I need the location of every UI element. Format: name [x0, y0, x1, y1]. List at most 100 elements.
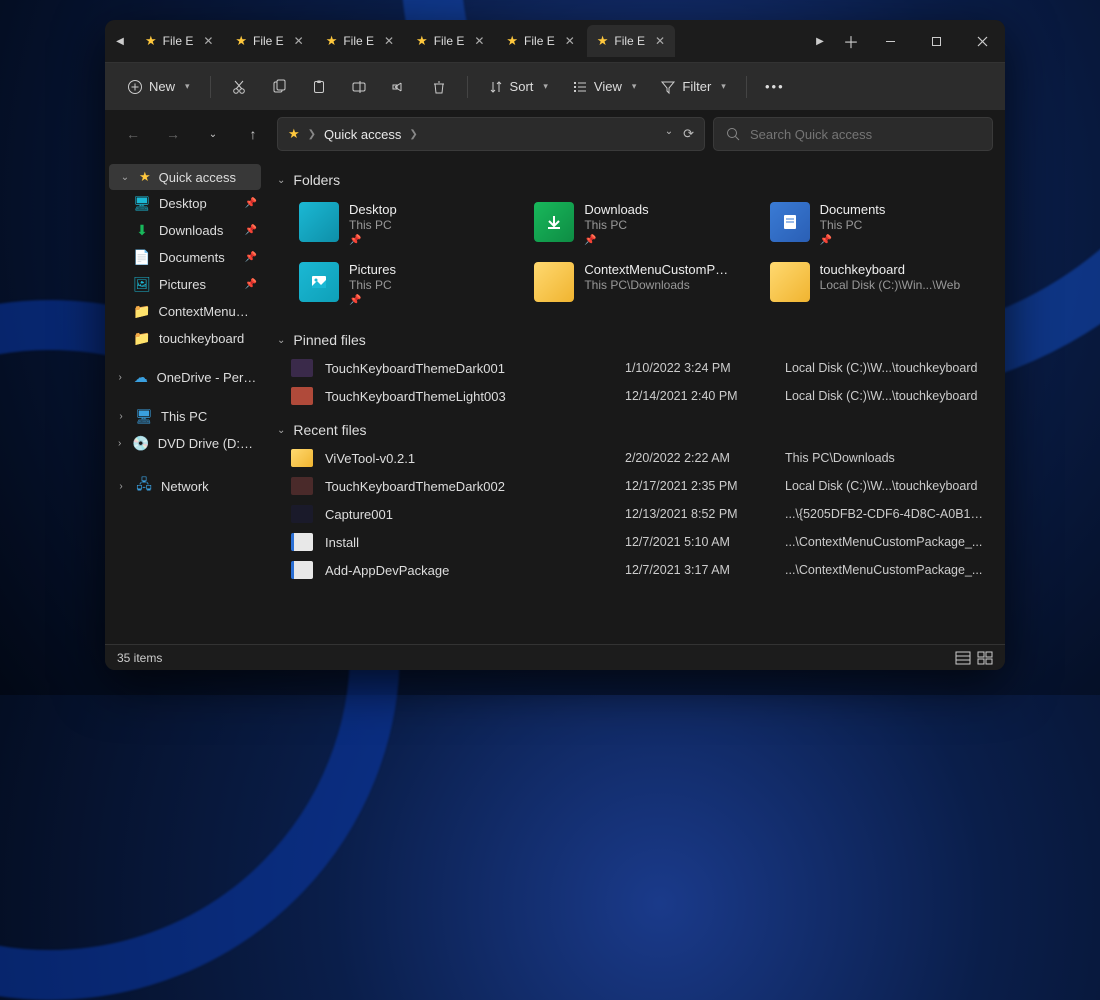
search-box[interactable]: [713, 117, 993, 151]
tab[interactable]: ★ File E ✕: [496, 25, 584, 57]
group-pinned-header[interactable]: ⌄Pinned files: [273, 326, 989, 354]
file-name: TouchKeyboardThemeDark002: [325, 479, 625, 494]
tab-label: File E: [163, 34, 194, 48]
folder-name: Downloads: [584, 202, 648, 217]
maximize-button[interactable]: [913, 20, 959, 62]
folder-item[interactable]: ContextMenuCustomPac... This PC\Download…: [528, 256, 753, 312]
file-name: Add-AppDevPackage: [325, 563, 625, 578]
folder-item[interactable]: Pictures This PC 📌: [293, 256, 518, 312]
copy-button[interactable]: [261, 70, 297, 104]
tab-close-button[interactable]: ✕: [651, 32, 669, 50]
group-folders-header[interactable]: ⌄Folders: [273, 166, 989, 194]
sidebar-item[interactable]: 📁 ContextMenuCust: [105, 298, 265, 325]
tab-label: File E: [434, 34, 465, 48]
address-dropdown[interactable]: ⌄: [665, 126, 673, 142]
delete-button[interactable]: [421, 70, 457, 104]
tab[interactable]: ★ File E ✕: [316, 25, 404, 57]
sidebar-onedrive[interactable]: › ☁ OneDrive - Personal: [105, 364, 265, 391]
filter-button[interactable]: Filter: [650, 70, 735, 104]
sidebar-this-pc[interactable]: › 🖥 This PC: [105, 403, 265, 430]
tab[interactable]: ★ File E ✕: [587, 25, 675, 57]
chevron-right-icon: ›: [115, 411, 127, 422]
new-button[interactable]: New: [117, 70, 200, 104]
more-button[interactable]: •••: [757, 70, 793, 104]
close-button[interactable]: [959, 20, 1005, 62]
paste-button[interactable]: [301, 70, 337, 104]
sidebar-network[interactable]: › 🖧 Network: [105, 469, 265, 503]
folder-item[interactable]: Documents This PC 📌: [764, 196, 989, 252]
star-icon: ★: [597, 33, 609, 49]
chevron-right-icon: ❯: [409, 129, 417, 140]
search-input[interactable]: [750, 127, 980, 142]
new-tab-button[interactable]: ＋: [835, 29, 867, 53]
sidebar-label: Quick access: [159, 170, 236, 185]
folder-icon: ⬇: [133, 222, 151, 239]
toolbar: New Sort View Filter •••: [105, 62, 1005, 110]
sidebar-item[interactable]: 🖥 Desktop 📌: [105, 190, 265, 217]
status-bar: 35 items: [105, 644, 1005, 670]
folder-item[interactable]: touchkeyboard Local Disk (C:)\Win...\Web: [764, 256, 989, 312]
view-button[interactable]: View: [562, 70, 646, 104]
folder-icon: [534, 202, 574, 242]
file-row[interactable]: Capture001 12/13/2021 8:52 PM ...\{5205D…: [273, 500, 989, 528]
item-count: 35 items: [117, 651, 162, 665]
tab-close-button[interactable]: ✕: [290, 32, 308, 50]
minimize-button[interactable]: [867, 20, 913, 62]
tab-close-button[interactable]: ✕: [380, 32, 398, 50]
tab-scroll-right[interactable]: ▶: [805, 36, 835, 47]
folder-name: Desktop: [349, 202, 397, 217]
tab-close-button[interactable]: ✕: [470, 32, 488, 50]
folder-item[interactable]: Desktop This PC 📌: [293, 196, 518, 252]
sort-label: Sort: [510, 79, 534, 94]
group-recent-header[interactable]: ⌄Recent files: [273, 416, 989, 444]
folder-icon: [770, 262, 810, 302]
file-row[interactable]: Add-AppDevPackage 12/7/2021 3:17 AM ...\…: [273, 556, 989, 584]
details-view-button[interactable]: [955, 651, 971, 665]
forward-button[interactable]: →: [157, 118, 189, 150]
cut-button[interactable]: [221, 70, 257, 104]
file-row[interactable]: TouchKeyboardThemeDark002 12/17/2021 2:3…: [273, 472, 989, 500]
icons-view-button[interactable]: [977, 651, 993, 665]
pin-icon: 📌: [245, 279, 257, 290]
file-row[interactable]: ViVeTool-v0.2.1 2/20/2022 2:22 AM This P…: [273, 444, 989, 472]
file-row[interactable]: TouchKeyboardThemeLight003 12/14/2021 2:…: [273, 382, 989, 410]
content-area[interactable]: ⌄Folders Desktop This PC 📌 Downloads Thi…: [265, 158, 1005, 644]
share-button[interactable]: [381, 70, 417, 104]
file-row[interactable]: TouchKeyboardThemeDark001 1/10/2022 3:24…: [273, 354, 989, 382]
sort-button[interactable]: Sort: [478, 70, 558, 104]
tab-close-button[interactable]: ✕: [561, 32, 579, 50]
star-icon: ★: [506, 33, 518, 49]
sidebar-dvd[interactable]: › 💿 DVD Drive (D:) CCCO: [105, 430, 265, 457]
plus-circle-icon: [127, 79, 143, 95]
tab[interactable]: ★ File E ✕: [135, 25, 223, 57]
refresh-button[interactable]: ⟳: [683, 126, 694, 142]
back-button[interactable]: ←: [117, 118, 149, 150]
sidebar-item[interactable]: 📄 Documents 📌: [105, 244, 265, 271]
tab-label: File E: [614, 34, 645, 48]
sidebar-item[interactable]: 📁 touchkeyboard: [105, 325, 265, 352]
tab-label: File E: [343, 34, 374, 48]
file-name: TouchKeyboardThemeDark001: [325, 361, 625, 376]
up-button[interactable]: ↑: [237, 118, 269, 150]
group-label: Recent files: [293, 422, 366, 438]
body: ⌄ ★ Quick access 🖥 Desktop 📌⬇ Downloads …: [105, 158, 1005, 644]
rename-button[interactable]: [341, 70, 377, 104]
file-date: 12/7/2021 3:17 AM: [625, 563, 785, 577]
star-icon: ★: [326, 33, 338, 49]
tab-close-button[interactable]: ✕: [199, 32, 217, 50]
folder-location: This PC: [584, 218, 648, 232]
sidebar-item[interactable]: ⬇ Downloads 📌: [105, 217, 265, 244]
folder-item[interactable]: Downloads This PC 📌: [528, 196, 753, 252]
tab[interactable]: ★ File E ✕: [225, 25, 313, 57]
tab-scroll-left[interactable]: ◀: [105, 36, 135, 47]
sidebar-item[interactable]: 🖼 Pictures 📌: [105, 271, 265, 298]
tab[interactable]: ★ File E ✕: [406, 25, 494, 57]
file-row[interactable]: Install 12/7/2021 5:10 AM ...\ContextMen…: [273, 528, 989, 556]
sidebar-quick-access[interactable]: ⌄ ★ Quick access: [109, 164, 261, 190]
pin-icon: 📌: [245, 198, 257, 209]
address-bar[interactable]: ★ ❯ Quick access ❯ ⌄ ⟳: [277, 117, 705, 151]
view-label: View: [594, 79, 622, 94]
breadcrumb[interactable]: Quick access: [324, 127, 401, 142]
recent-dropdown[interactable]: ⌄: [197, 118, 229, 150]
sidebar-label: OneDrive - Personal: [157, 370, 257, 385]
